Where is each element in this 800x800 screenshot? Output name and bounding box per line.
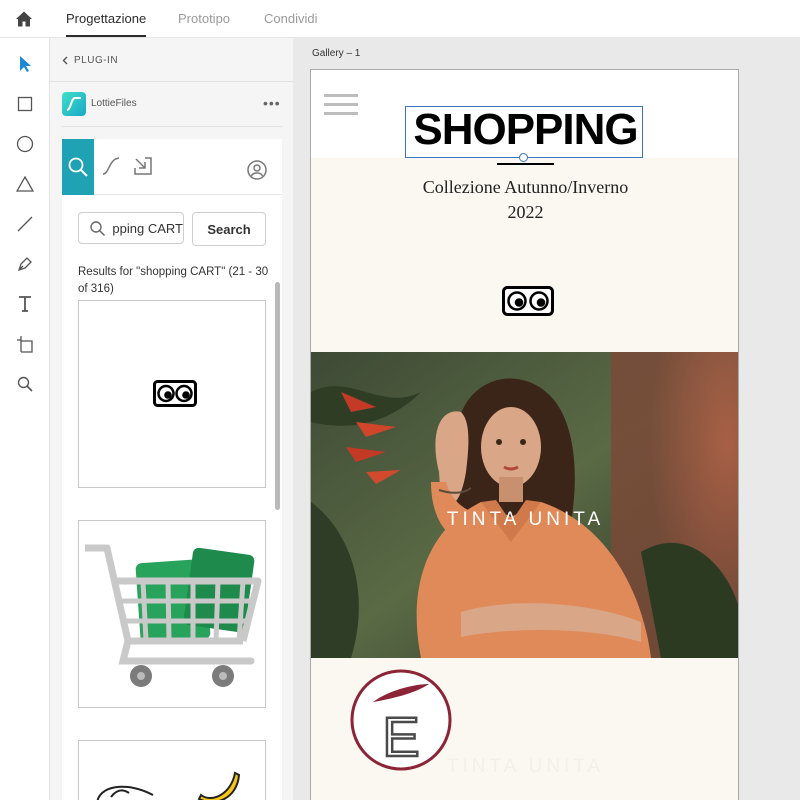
rectangle-icon [17,96,33,112]
title-underline [497,163,554,165]
search-icon [68,157,88,177]
pen-icon [17,257,32,272]
artboard[interactable]: SHOPPING Collezione Autunno/Inverno 2022 [310,69,739,800]
ellipse-icon [16,135,34,153]
triangle-tool[interactable] [14,173,36,195]
home-icon[interactable] [14,9,34,29]
rectangle-tool[interactable] [14,93,36,115]
tool-rail [0,38,50,800]
selection-box[interactable] [405,106,643,158]
ellipse-tool[interactable] [14,133,36,155]
results-scrollbar[interactable] [275,282,280,510]
search-field[interactable] [78,212,184,244]
plugin-back-button[interactable]: PLUG-IN [62,55,118,66]
tab-prototipo[interactable]: Prototipo [178,11,230,26]
text-icon [19,296,31,312]
zoom-icon [17,376,33,392]
selection-handle[interactable] [519,153,528,162]
select-icon [20,56,31,72]
result-card[interactable] [78,300,266,488]
artboard-tool[interactable] [14,333,36,355]
lottie-logo-icon [66,97,81,111]
shopping-cart-animation [85,544,262,687]
user-profile-icon[interactable] [246,159,268,181]
pen-tool[interactable] [14,253,36,275]
search-icon [90,221,106,237]
design-canvas[interactable]: Gallery – 1 SHOPPING Collezione Autunno/… [293,38,800,800]
zoom-tool[interactable] [14,373,36,395]
top-bar: Progettazione Prototipo Condividi [0,0,800,38]
footer-caption: TINTA UNITA [446,756,605,777]
plugin-panel: PLUG-IN LottieFiles ••• Search Results f… [50,38,293,800]
woman-portrait-image [311,352,738,658]
tab-curve-icon[interactable] [100,155,122,177]
lottiefiles-logo [62,92,86,116]
tab-import-icon[interactable] [132,155,154,177]
select-tool[interactable] [14,53,36,75]
active-tab-indicator [66,35,146,37]
plugin-back-label: PLUG-IN [74,55,119,66]
line-tool[interactable] [14,213,36,235]
googly-eyes-animation [153,380,197,407]
result-card[interactable] [78,520,266,708]
plugin-name: LottieFiles [91,98,137,109]
collection-subtitle: Collezione Autunno/Inverno 2022 [311,175,738,225]
divider [50,81,293,82]
more-options-icon[interactable]: ••• [263,95,281,111]
googly-eyes-animation[interactable] [502,286,554,316]
tab-progettazione[interactable]: Progettazione [66,11,146,26]
subtitle-line-1: Collezione Autunno/Inverno [422,177,629,197]
bread-icon [96,785,154,800]
tab-search[interactable] [62,139,94,195]
search-button[interactable]: Search [192,212,266,246]
hero-photo[interactable]: TINTA UNITA [311,352,738,658]
subtitle-line-2: 2022 [507,202,544,222]
lottie-plugin-body: Search Results for "shopping CART" (21 -… [62,139,282,800]
artboard-icon [17,336,33,353]
search-input[interactable] [113,213,183,243]
banana-icon [197,771,241,800]
text-tool[interactable] [14,293,36,315]
results-summary: Results for "shopping CART" (21 - 30 of … [78,266,269,295]
tab-condividi[interactable]: Condividi [264,11,317,26]
lottie-tabbar [62,139,282,195]
result-card[interactable] [78,740,266,800]
chevron-left-icon [62,56,68,65]
line-icon [17,216,33,232]
divider [62,126,282,127]
artboard-label[interactable]: Gallery – 1 [312,48,360,59]
photo-caption: TINTA UNITA [446,509,605,530]
triangle-icon [16,175,34,192]
